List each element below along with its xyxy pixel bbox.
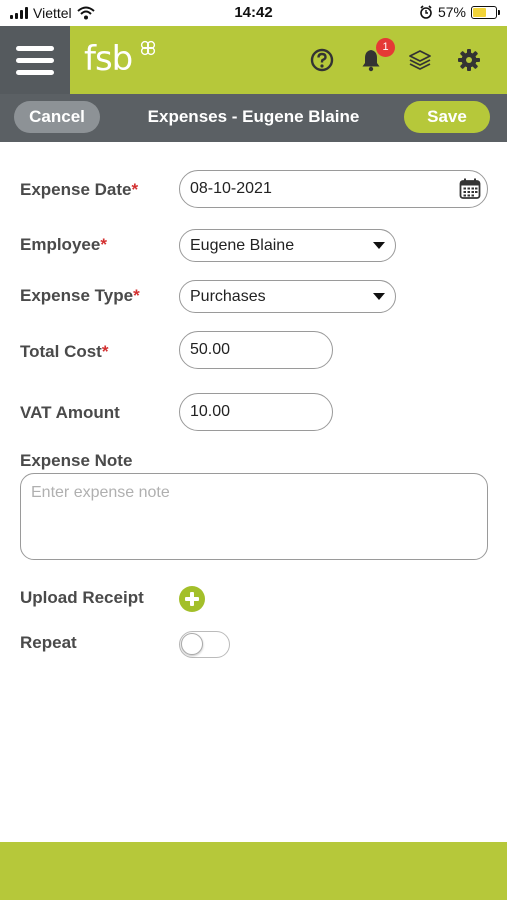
total-cost-label: Total Cost* (20, 342, 108, 362)
vat-amount-value: 10.00 (190, 403, 231, 420)
repeat-label: Repeat (20, 633, 77, 652)
expense-note-label: Expense Note (20, 451, 133, 470)
employee-value: Eugene Blaine (190, 236, 295, 254)
vat-amount-label: VAT Amount (20, 403, 120, 422)
employee-select[interactable]: Eugene Blaine (179, 229, 396, 262)
app-header: fsb 1 (0, 26, 507, 94)
layers-icon (409, 50, 431, 70)
expense-note-placeholder: Enter expense note (31, 484, 170, 501)
total-cost-value: 50.00 (190, 341, 231, 358)
add-receipt-button[interactable] (179, 586, 205, 612)
menu-icon-bar (16, 45, 54, 51)
expense-type-label: Expense Type* (20, 286, 140, 306)
calendar-icon[interactable] (459, 178, 481, 200)
menu-button[interactable] (0, 26, 70, 94)
menu-icon-bar (16, 69, 54, 75)
expense-type-select[interactable]: Purchases (179, 280, 396, 313)
status-right: 57% (419, 4, 500, 20)
menu-icon-bar (16, 57, 54, 63)
help-icon (310, 48, 334, 72)
expense-date-field[interactable]: 08-10-2021 (179, 170, 488, 208)
expense-type-label-text: Expense Type (20, 286, 134, 305)
expense-date-value: 08-10-2021 (190, 180, 272, 197)
chevron-down-icon (373, 293, 385, 300)
employee-label-text: Employee (20, 235, 101, 254)
gear-icon (458, 49, 480, 71)
alarm-icon (420, 5, 432, 19)
total-cost-label-text: Total Cost (20, 342, 102, 361)
employee-label: Employee* (20, 235, 107, 255)
upload-receipt-label: Upload Receipt (20, 588, 144, 607)
fsb-logo: fsb (84, 39, 133, 79)
notification-badge: 1 (376, 38, 395, 57)
title-bar: Cancel Expenses - Eugene Blaine Save (0, 94, 507, 142)
expense-date-label: Expense Date* (20, 180, 138, 200)
battery-fill (473, 7, 486, 17)
toggle-knob (181, 633, 203, 655)
expense-note-textarea[interactable]: Enter expense note (20, 473, 488, 560)
layers-button[interactable] (406, 46, 434, 74)
vat-amount-input[interactable]: 10.00 (179, 393, 333, 431)
footer-bar (0, 842, 507, 900)
total-cost-input[interactable]: 50.00 (179, 331, 333, 369)
status-bar: Viettel 14:42 57% (0, 0, 507, 26)
notifications-button[interactable]: 1 (357, 38, 395, 74)
required-marker: * (131, 180, 139, 199)
logo-mark-icon (140, 40, 156, 56)
save-button[interactable]: Save (404, 101, 490, 133)
expense-date-label-text: Expense Date (20, 180, 132, 199)
required-marker: * (100, 235, 107, 254)
required-marker: * (101, 342, 109, 361)
required-marker: * (133, 286, 140, 305)
chevron-down-icon (373, 242, 385, 249)
expense-type-value: Purchases (190, 287, 266, 305)
help-button[interactable] (308, 46, 336, 74)
repeat-toggle[interactable] (179, 631, 230, 658)
battery-percent: 57% (437, 4, 466, 20)
battery-icon (471, 5, 500, 19)
settings-button[interactable] (455, 46, 483, 74)
